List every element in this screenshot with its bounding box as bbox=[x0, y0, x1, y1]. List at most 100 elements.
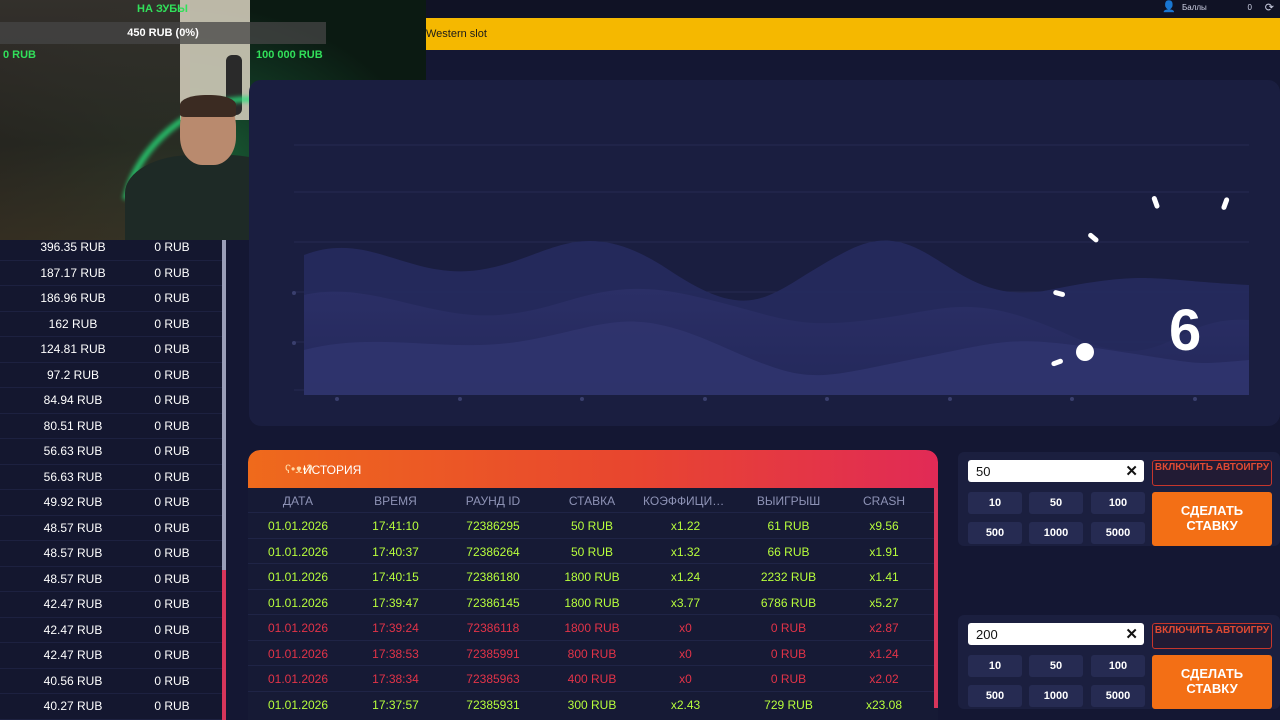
bet-win: 0 RUB bbox=[154, 418, 190, 433]
table-cell: x0 bbox=[679, 672, 692, 686]
refresh-icon[interactable]: ⟳ bbox=[1265, 1, 1274, 14]
live-bets-scrollbar[interactable] bbox=[222, 240, 226, 720]
bet-amount-value: 200 bbox=[976, 627, 998, 642]
table-cell: 50 RUB bbox=[570, 544, 614, 559]
donation-goal-progress: 450 RUB (0%) bbox=[127, 27, 199, 39]
bet-amount: 162 RUB bbox=[48, 316, 98, 331]
close-icon[interactable]: ✕ bbox=[1125, 462, 1138, 480]
history-scrollbar[interactable] bbox=[934, 488, 938, 708]
table-cell: x0 bbox=[679, 646, 692, 661]
table-cell: 72386145 bbox=[466, 595, 520, 610]
quick-amount-button[interactable]: 50 bbox=[1029, 492, 1083, 514]
list-item: 396.35 RUB 0 RUB bbox=[0, 234, 222, 261]
close-icon[interactable]: ✕ bbox=[1125, 625, 1138, 643]
table-cell: 66 RUB bbox=[767, 544, 810, 559]
tab-western-slot[interactable]: Western slot bbox=[426, 28, 487, 40]
bet-amount-input[interactable]: 200 ✕ bbox=[968, 623, 1144, 645]
table-row: 01.01.2026 17:39:24 72386118 1800 RUB x0 0 RU… bbox=[248, 614, 938, 641]
list-item: 84.94 RUB 0 RUB bbox=[0, 387, 222, 414]
top-bar: 👤 Баллы 0 ⟳ bbox=[426, 0, 1280, 18]
table-cell: x2.87 bbox=[869, 621, 899, 635]
table-cell: 61 RUB bbox=[767, 519, 810, 533]
points-label: Баллы bbox=[1182, 3, 1207, 12]
table-cell: 72386295 bbox=[466, 519, 520, 533]
table-cell: x9.56 bbox=[869, 519, 899, 533]
quick-amount-button[interactable]: 1000 bbox=[1029, 685, 1083, 707]
bet-amount: 49.92 RUB bbox=[43, 495, 103, 509]
donation-goal-bar: 450 RUB (0%) bbox=[0, 22, 326, 44]
bet-amount: 48.57 RUB bbox=[43, 546, 103, 560]
bet-win: 0 RUB bbox=[154, 597, 190, 611]
list-item: 56.63 RUB 0 RUB bbox=[0, 438, 222, 465]
table-cell: 01.01.2026 bbox=[267, 646, 329, 661]
quick-amount-button[interactable]: 1000 bbox=[1029, 522, 1083, 544]
bet-amount: 56.63 RUB bbox=[43, 469, 103, 484]
bet-amount: 40.56 RUB bbox=[43, 673, 103, 688]
place-bet-button[interactable]: СДЕЛАТЬ СТАВКУ bbox=[1152, 492, 1272, 546]
table-cell: 400 RUB bbox=[567, 672, 617, 686]
bet-win: 0 RUB bbox=[154, 673, 190, 688]
quick-amount-button[interactable]: 100 bbox=[1091, 492, 1145, 514]
table-cell: 01.01.2026 bbox=[267, 570, 329, 584]
table-cell: 17:40:15 bbox=[372, 570, 419, 584]
quick-amount-button[interactable]: 100 bbox=[1091, 655, 1145, 677]
table-cell: x5.27 bbox=[869, 595, 899, 610]
history-title: ИСТОРИЯ bbox=[303, 463, 362, 477]
table-cell: 50 RUB bbox=[570, 519, 614, 533]
history-column-headers: ДАТА ВРЕМЯ РАУНД ID СТАВКА КОЭФФИЦИЕНТ ВЫИГРЫ… bbox=[248, 488, 938, 512]
table-cell: 1800 RUB bbox=[564, 570, 620, 584]
bet-win: 0 RUB bbox=[154, 444, 190, 458]
table-row: 01.01.2026 17:38:34 72385963 400 RUB x0 0 RUB… bbox=[248, 665, 938, 692]
bet-amount: 42.47 RUB bbox=[43, 597, 103, 611]
autoplay-label: ВКЛЮЧИТЬ АВТОИГРУ bbox=[1154, 625, 1270, 636]
place-bet-label: СДЕЛАТЬ СТАВКУ bbox=[1180, 666, 1244, 696]
table-cell: 72385991 bbox=[466, 646, 520, 661]
table-cell: 01.01.2026 bbox=[267, 621, 329, 635]
table-cell: x1.91 bbox=[869, 544, 899, 559]
bet-amount: 84.94 RUB bbox=[43, 393, 103, 407]
bet-panel-2: 200 ✕ ВКЛЮЧИТЬ АВТОИГРУ 10 50 100 500 1000 5000 С… bbox=[958, 615, 1280, 709]
crash-graph bbox=[292, 144, 1249, 401]
quick-amount-button[interactable]: 10 bbox=[968, 655, 1022, 677]
bet-win: 0 RUB bbox=[154, 291, 190, 305]
table-cell: 1800 RUB bbox=[564, 621, 620, 635]
quick-amount-button[interactable]: 500 bbox=[968, 522, 1022, 544]
list-item: 48.57 RUB 0 RUB bbox=[0, 540, 222, 567]
donation-goal-title: НА ЗУБЫ bbox=[137, 3, 188, 15]
quick-amount-button[interactable]: 5000 bbox=[1091, 522, 1145, 544]
history-panel: ʕ•ᴥ•ʔ ИСТОРИЯ ДАТА ВРЕМЯ РАУНД ID СТАВКА КОЭ… bbox=[248, 450, 938, 720]
table-cell: 17:39:47 bbox=[372, 595, 419, 610]
quick-amount-button[interactable]: 500 bbox=[968, 685, 1022, 707]
table-cell: 01.01.2026 bbox=[267, 519, 329, 533]
bet-amount-input[interactable]: 50 ✕ bbox=[968, 460, 1144, 482]
table-cell: 729 RUB bbox=[764, 697, 813, 712]
table-cell: 0 RUB bbox=[770, 621, 807, 635]
autoplay-button[interactable]: ВКЛЮЧИТЬ АВТОИГРУ bbox=[1152, 623, 1272, 649]
bet-amount: 186.96 RUB bbox=[40, 291, 106, 305]
table-cell: 72386264 bbox=[466, 544, 520, 559]
column-header: СТАВКА bbox=[568, 494, 616, 508]
list-item: 40.27 RUB 0 RUB bbox=[0, 693, 222, 720]
table-cell: 1800 RUB bbox=[564, 595, 620, 610]
list-item: 48.57 RUB 0 RUB bbox=[0, 566, 222, 592]
bet-win: 0 RUB bbox=[154, 622, 190, 637]
bet-panel-1: 50 ✕ ВКЛЮЧИТЬ АВТОИГРУ 10 50 100 500 1000 5000 СД… bbox=[958, 452, 1280, 546]
table-cell: x3.77 bbox=[670, 595, 701, 610]
list-item: 162 RUB 0 RUB bbox=[0, 311, 222, 337]
list-item: 56.63 RUB 0 RUB bbox=[0, 464, 222, 490]
bet-win: 0 RUB bbox=[154, 367, 190, 382]
table-cell: x2.02 bbox=[869, 672, 899, 686]
quick-amount-button[interactable]: 50 bbox=[1029, 655, 1083, 677]
autoplay-button[interactable]: ВКЛЮЧИТЬ АВТОИГРУ bbox=[1152, 460, 1272, 486]
list-item: 42.47 RUB 0 RUB bbox=[0, 591, 222, 618]
bet-amount-value: 50 bbox=[976, 464, 991, 479]
quick-amount-button[interactable]: 5000 bbox=[1091, 685, 1145, 707]
donation-goal-max: 100 000 RUB bbox=[256, 49, 323, 61]
bet-win: 0 RUB bbox=[154, 571, 190, 586]
game-tab-bar: Western slot bbox=[426, 18, 1280, 50]
live-bets-list: 396.35 RUB 0 RUB 187.17 RUB 0 RUB 186.96 RUB… bbox=[0, 240, 224, 720]
bet-amount: 56.63 RUB bbox=[43, 444, 103, 458]
bet-win: 0 RUB bbox=[154, 648, 190, 662]
place-bet-button[interactable]: СДЕЛАТЬ СТАВКУ bbox=[1152, 655, 1272, 709]
quick-amount-button[interactable]: 10 bbox=[968, 492, 1022, 514]
